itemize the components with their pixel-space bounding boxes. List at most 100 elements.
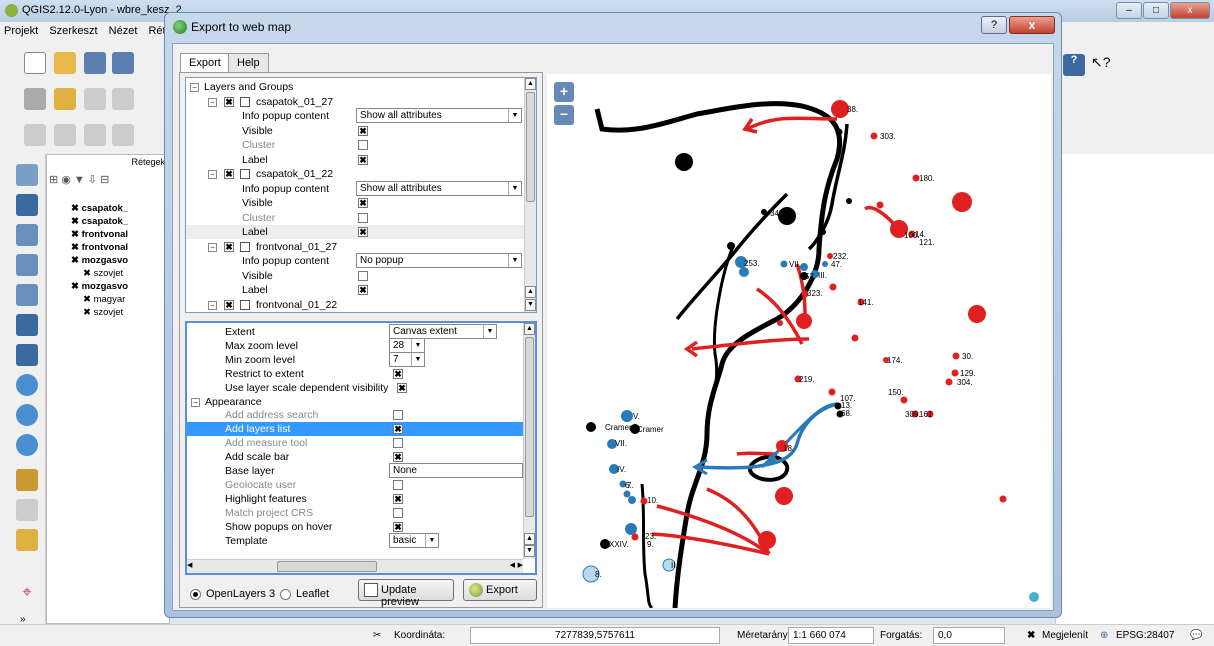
settings-checkbox[interactable]: ✖ <box>393 521 403 532</box>
maximize-button[interactable]: □ <box>1143 2 1169 19</box>
save-as-icon[interactable] <box>112 52 134 74</box>
collapse-icon[interactable]: − <box>190 83 199 92</box>
settings-checkbox[interactable] <box>393 438 403 449</box>
tab-help[interactable]: Help <box>228 53 269 72</box>
property-checkbox[interactable]: ✖ <box>358 227 368 237</box>
settings-row[interactable]: Min zoom level 7 ▼ <box>187 351 523 367</box>
save-edits-icon[interactable] <box>84 88 106 110</box>
menu-szerkeszt[interactable]: Szerkeszt <box>45 22 101 40</box>
property-checkbox[interactable]: ✖ <box>358 285 368 295</box>
settings-row[interactable]: Add layers list ✖ <box>187 422 523 437</box>
settings-row[interactable]: Add scale bar ✖ <box>187 450 523 464</box>
layer-visibility-checkbox[interactable]: ✖ <box>71 229 82 240</box>
add-postgis-icon[interactable] <box>16 224 38 246</box>
settings-select[interactable]: 7 ▼ <box>389 351 425 367</box>
settings-select[interactable]: 28 ▼ <box>389 337 425 353</box>
layer-visibility-checkbox[interactable]: ✖ <box>71 203 82 214</box>
settings-row[interactable]: Use layer scale dependent visibility ✖ <box>187 381 523 395</box>
scroll-up-icon[interactable]: ▲ <box>524 533 535 545</box>
property-checkbox[interactable]: ✖ <box>358 198 368 208</box>
scroll-down-icon[interactable]: ▼ <box>524 545 535 557</box>
scroll-thumb[interactable] <box>525 337 534 517</box>
render-checkbox[interactable]: ✖ <box>1027 630 1035 641</box>
coord-field[interactable]: 7277839,5757611 <box>470 627 720 644</box>
collapse-icon[interactable]: − <box>208 97 217 107</box>
save-project-icon[interactable] <box>84 52 106 74</box>
redo-icon[interactable] <box>84 124 106 146</box>
settings-row[interactable]: Add measure tool <box>187 436 523 450</box>
layer-visibility-checkbox[interactable]: ✖ <box>71 216 82 227</box>
settings-row[interactable]: Base layer None <box>187 463 523 478</box>
layer-tree-property[interactable]: Cluster <box>186 138 536 152</box>
settings-row[interactable]: Match project CRS <box>187 506 523 520</box>
layer-export-checkbox[interactable]: ✖ <box>224 241 234 252</box>
layer-tree-node[interactable]: − ✖ frontvonal_01_22 <box>186 298 536 312</box>
new-shapefile-icon[interactable] <box>16 499 38 521</box>
layer-list-item[interactable]: ✖ szovjet <box>83 268 123 279</box>
chevron-down-icon[interactable]: ▼ <box>411 338 424 352</box>
add-wfs-icon[interactable] <box>16 434 38 456</box>
tab-export[interactable]: Export <box>180 53 230 72</box>
layer-export-checkbox[interactable]: ✖ <box>224 299 234 310</box>
popup-content-select[interactable]: Show all attributes ▼ <box>356 180 522 196</box>
edit-pencil-icon[interactable] <box>24 88 46 110</box>
map-preview[interactable]: + − 38. 303. 180. 100. 14. 121. 232. 47.… <box>547 74 1051 608</box>
openlayers-radio[interactable] <box>190 589 201 600</box>
popup-content-select[interactable]: Show all attributes ▼ <box>356 108 522 123</box>
update-preview-button[interactable]: Update preview <box>358 579 454 608</box>
layer-list-item[interactable]: ✖ mozgasvo <box>71 255 128 266</box>
settings-select[interactable]: None <box>389 463 523 478</box>
settings-select[interactable]: basic ▼ <box>389 532 439 548</box>
add-mssql-icon[interactable] <box>16 284 38 306</box>
node-tool-icon[interactable] <box>24 124 46 146</box>
crosshair-icon[interactable]: ⌖ <box>16 584 38 606</box>
layer-visibility-checkbox[interactable]: ✖ <box>71 281 82 292</box>
layer-tree-property[interactable]: Info popup content Show all attributes ▼ <box>186 108 536 123</box>
add-oracle-icon[interactable] <box>16 314 38 336</box>
layers-tree-scrollbar[interactable]: ▲ ▲ ▼ <box>524 78 536 312</box>
undo-icon[interactable] <box>54 124 76 146</box>
chevron-down-icon[interactable]: ▼ <box>483 325 496 338</box>
layer-tree-property[interactable]: Label ✖ <box>186 153 536 167</box>
layer-visibility-checkbox[interactable]: ✖ <box>83 268 94 279</box>
minimize-button[interactable]: – <box>1116 2 1142 19</box>
layer-tree-property[interactable]: Visible ✖ <box>186 196 536 210</box>
settings-checkbox[interactable]: ✖ <box>393 493 403 504</box>
layer-tree-property[interactable]: Info popup content Show all attributes ▼ <box>186 180 536 196</box>
property-checkbox[interactable] <box>358 270 368 281</box>
scroll-up-icon[interactable]: ▲ <box>525 286 536 298</box>
layer-visibility-checkbox[interactable]: ✖ <box>71 255 82 266</box>
layer-list-item[interactable]: ✖ magyar <box>83 294 125 305</box>
dialog-close-button[interactable]: x <box>1009 16 1055 34</box>
scroll-up-icon[interactable]: ▲ <box>524 323 535 335</box>
layer-list-item[interactable]: ✖ frontvonal <box>71 229 128 240</box>
chevron-down-icon[interactable]: ▼ <box>508 181 521 195</box>
layer-tree-property[interactable]: Info popup content No popup ▼ <box>186 253 536 268</box>
label-tool-icon[interactable] <box>112 124 134 146</box>
settings-tree-scrollbar[interactable]: ▲ ▲ ▼ <box>523 323 535 559</box>
settings-row[interactable]: Restrict to extent ✖ <box>187 367 523 381</box>
settings-row[interactable]: Add address search <box>187 408 523 422</box>
layer-visibility-checkbox[interactable]: ✖ <box>71 242 82 253</box>
settings-hscrollbar[interactable]: ◀ ◀ ▶ <box>187 559 523 573</box>
add-raster-layer-icon[interactable] <box>16 194 38 216</box>
layer-export-checkbox[interactable]: ✖ <box>224 96 234 107</box>
layer-visibility-checkbox[interactable]: ✖ <box>83 307 94 318</box>
settings-row[interactable]: Extent Canvas extent ▼ <box>187 324 523 339</box>
scroll-left-icon[interactable]: ◀ <box>187 561 192 569</box>
chevron-down-icon[interactable]: ▼ <box>425 533 438 547</box>
scroll-right-icon[interactable]: ▶ <box>518 561 523 569</box>
add-spatialite-icon[interactable] <box>16 254 38 276</box>
layer-tree-property[interactable]: Label ✖ <box>186 225 536 239</box>
hscroll-thumb[interactable] <box>277 561 377 572</box>
scroll-up-icon[interactable]: ▲ <box>525 78 536 90</box>
close-button[interactable]: x <box>1170 2 1210 19</box>
layer-tree-property[interactable]: Visible ✖ <box>186 124 536 138</box>
help-icon[interactable]: ? <box>1063 54 1085 76</box>
property-checkbox[interactable]: ✖ <box>358 125 368 136</box>
layer-tree-node[interactable]: − ✖ csapatok_01_22 <box>186 167 536 181</box>
collapse-icon[interactable]: − <box>208 300 217 310</box>
layer-tree-group[interactable]: − Layers and Groups <box>186 80 536 94</box>
settings-checkbox[interactable]: ✖ <box>397 382 407 393</box>
layer-list-item[interactable]: ✖ csapatok_ <box>71 203 128 214</box>
